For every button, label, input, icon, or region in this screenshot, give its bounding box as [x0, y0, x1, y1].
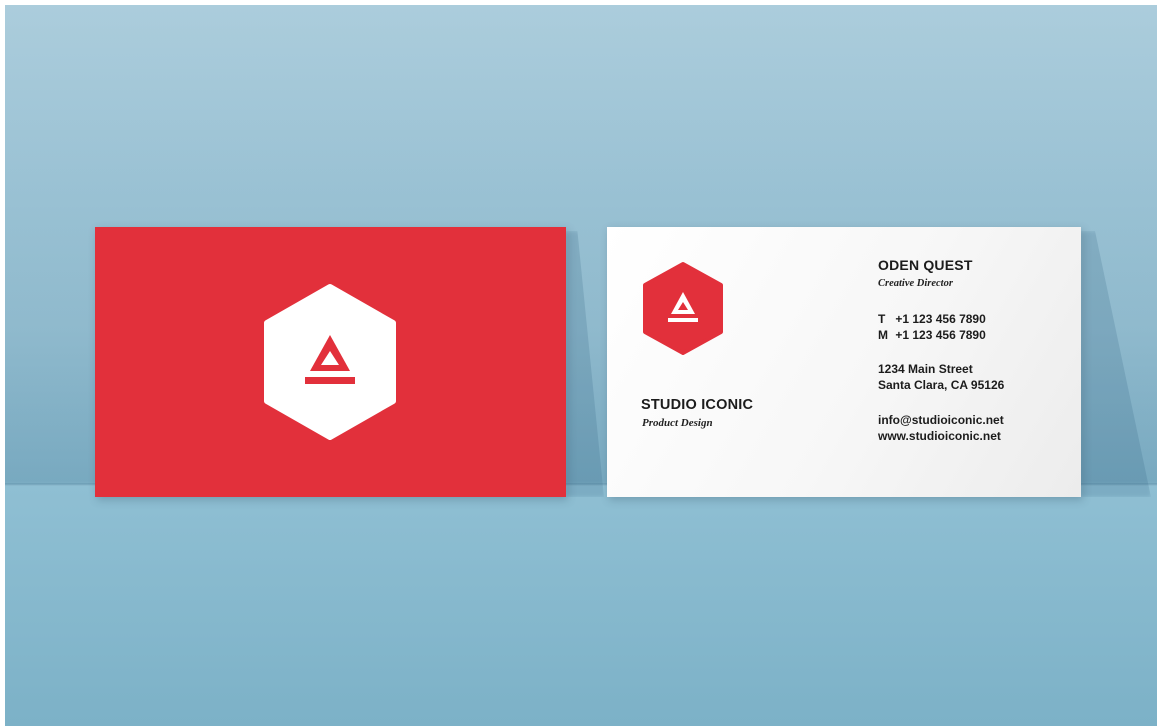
- website-url: www.studioiconic.net: [878, 429, 1001, 443]
- studio-name: STUDIO ICONIC: [641, 397, 754, 413]
- phone-mobile: M +1 123 456 7890: [878, 327, 986, 343]
- hexagon-triangle-logo-icon: [260, 283, 400, 441]
- phone-t-number: +1 123 456 7890: [895, 312, 986, 326]
- phone-t-label: T: [878, 312, 886, 326]
- floor-surface: [5, 486, 1157, 726]
- email-address: info@studioiconic.net: [878, 413, 1004, 427]
- person-name: ODEN QUEST: [878, 257, 973, 273]
- phone-m-number: +1 123 456 7890: [895, 328, 986, 342]
- person-title: Creative Director: [878, 278, 953, 289]
- mockup-scene: STUDIO ICONIC Product Design ODEN QUEST …: [5, 5, 1157, 726]
- phone-m-label: M: [878, 328, 888, 342]
- address-line-2: Santa Clara, CA 95126: [878, 378, 1005, 392]
- business-card-back: STUDIO ICONIC Product Design ODEN QUEST …: [607, 227, 1081, 497]
- address-line-1: 1234 Main Street: [878, 362, 973, 376]
- studio-tagline: Product Design: [642, 417, 713, 429]
- phone-telephone: T +1 123 456 7890: [878, 311, 986, 327]
- hexagon-triangle-logo-icon: [641, 261, 725, 356]
- business-card-front: [95, 227, 566, 497]
